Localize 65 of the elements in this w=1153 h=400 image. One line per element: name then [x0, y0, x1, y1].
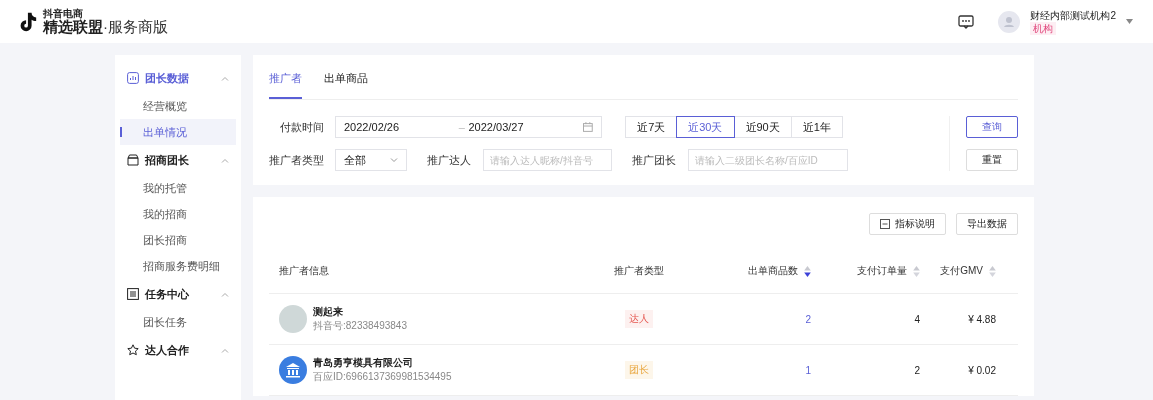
chevron-icon — [390, 157, 398, 163]
chevron-icon — [221, 291, 229, 297]
avatar-icon[interactable] — [998, 10, 1021, 33]
caret-icon[interactable] — [1126, 19, 1133, 24]
column-header[interactable]: 支付GMV — [932, 249, 1008, 293]
column-header[interactable]: 出单商品数 — [699, 249, 823, 293]
reset-button[interactable]: 重置 — [966, 149, 1018, 171]
avatar-photo-placeholder — [279, 305, 307, 333]
type-select[interactable]: 全部 — [335, 149, 407, 171]
sidebar-group[interactable]: 达人合作 — [120, 335, 236, 365]
gmv-amount: ¥ 4.88 — [968, 313, 996, 325]
range-button[interactable]: 近7天 — [625, 116, 678, 138]
calendar-icon — [583, 122, 593, 132]
range-button[interactable]: 近1年 — [790, 116, 843, 138]
chevron-icon — [221, 157, 229, 163]
column-header[interactable]: 支付订单量 — [823, 249, 932, 293]
action-button[interactable]: 指标说明 — [869, 213, 946, 235]
field-label: 推广达人 — [427, 152, 471, 168]
type-tag: 达人 — [625, 310, 653, 328]
item-count-link[interactable]: 2 — [805, 313, 811, 325]
field-label: 付款时间 — [280, 119, 324, 135]
tab[interactable]: 出单商品 — [324, 71, 368, 99]
sidebar-item[interactable]: 出单情况 — [120, 119, 236, 145]
gmv-amount: ¥ 0.02 — [968, 364, 996, 376]
sidebar-item[interactable]: 团长任务 — [120, 309, 236, 335]
role-badge: 机构 — [1030, 21, 1057, 35]
order-count: 2 — [914, 364, 920, 376]
brand-caption: 抖音电商 — [43, 9, 83, 19]
list-icon — [127, 288, 139, 300]
shop-icon — [127, 154, 139, 166]
range-button[interactable]: 近30天 — [676, 116, 735, 138]
message-icon[interactable] — [958, 14, 975, 29]
query-button[interactable]: 查询 — [966, 116, 1018, 138]
column-header: 推广者信息 — [279, 264, 330, 278]
column-header: 推广者类型 — [613, 264, 665, 278]
type-tag: 团长 — [625, 361, 653, 379]
field-label: 推广者类型 — [269, 152, 324, 168]
action-button[interactable]: 导出数据 — [956, 213, 1018, 235]
chart-icon — [127, 72, 139, 84]
promoter-id: 抖音号:82338493843 — [313, 319, 407, 333]
institution-avatar-icon — [279, 356, 307, 384]
chevron-icon — [221, 75, 229, 81]
sidebar-group[interactable]: 任务中心 — [120, 279, 236, 309]
brand-title: 精选联盟 — [43, 19, 103, 34]
user-name: 财经内部测试机构2 — [1030, 8, 1116, 22]
sidebar-group[interactable]: 团长数据 — [120, 63, 236, 93]
order-count: 4 — [914, 313, 920, 325]
tab[interactable]: 推广者 — [269, 71, 302, 99]
brand-subtitle: ·服务商版 — [103, 19, 168, 34]
sidebar-item[interactable]: 我的托管 — [120, 175, 236, 201]
star-icon — [127, 344, 139, 356]
sidebar-item[interactable]: 经营概览 — [120, 93, 236, 119]
sidebar-item[interactable]: 团长招商 — [120, 227, 236, 253]
field-label: 推广团长 — [632, 152, 676, 168]
sidebar-item[interactable]: 我的招商 — [120, 201, 236, 227]
promoter-name: 青岛勇亨模具有限公司 — [313, 356, 414, 370]
item-count-link[interactable]: 1 — [805, 364, 811, 376]
promoter-name: 测起来 — [313, 305, 344, 319]
chevron-icon — [221, 347, 229, 353]
sidebar-group[interactable]: 招商团长 — [120, 145, 236, 175]
range-button[interactable]: 近90天 — [733, 116, 792, 138]
date-range-field[interactable]: 2022/02/26 – 2022/03/27 — [335, 116, 602, 138]
checklist-icon — [880, 219, 890, 229]
sidebar-item[interactable]: 招商服务费明细 — [120, 253, 236, 279]
promoter-id: 百应ID:6966137369981534495 — [313, 370, 452, 384]
